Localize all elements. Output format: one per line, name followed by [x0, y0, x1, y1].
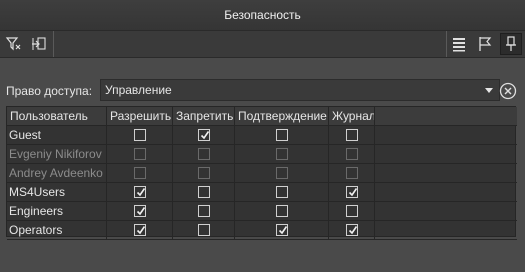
clear-icon[interactable] — [499, 82, 517, 100]
user-name-cell: MS4Users — [7, 183, 107, 202]
journal-checkbox — [345, 148, 358, 160]
confirm-cell — [235, 145, 329, 164]
access-right-row: Право доступа: Управление — [6, 79, 500, 102]
row-filler — [375, 145, 517, 164]
deny-cell — [173, 145, 235, 164]
row-filler — [375, 164, 517, 183]
toolbar — [0, 31, 525, 58]
journal-cell — [329, 183, 375, 202]
table-row: Guest — [7, 126, 517, 145]
table-row: MS4Users — [7, 183, 517, 202]
journal-checkbox — [345, 167, 358, 179]
deny-checkbox — [197, 148, 210, 160]
journal-cell — [329, 164, 375, 183]
column-header-confirm[interactable]: Подтверждение — [235, 107, 329, 126]
access-right-value: Управление — [105, 83, 172, 97]
deny-checkbox[interactable] — [197, 224, 210, 236]
user-name-cell: Guest — [7, 126, 107, 145]
confirm-cell — [235, 164, 329, 183]
filter-icon[interactable] — [3, 33, 25, 55]
journal-cell — [329, 145, 375, 164]
journal-cell — [329, 126, 375, 145]
permissions-table: Пользователь Разрешить Запретить Подтвер… — [6, 106, 517, 240]
confirm-cell — [235, 126, 329, 145]
deny-cell — [173, 164, 235, 183]
confirm-checkbox[interactable] — [275, 129, 288, 141]
chevron-down-icon[interactable] — [485, 88, 493, 93]
journal-checkbox[interactable] — [345, 129, 358, 141]
access-right-label: Право доступа: — [6, 84, 93, 98]
column-header-filler — [375, 107, 517, 126]
user-name-cell: Andrey Avdeenko — [7, 164, 107, 183]
journal-cell — [329, 202, 375, 221]
deny-cell — [173, 183, 235, 202]
confirm-checkbox — [275, 148, 288, 160]
allow-cell — [107, 221, 173, 240]
user-name-cell: Engineers — [7, 202, 107, 221]
allow-cell — [107, 164, 173, 183]
confirm-checkbox[interactable] — [275, 205, 288, 217]
allow-checkbox[interactable] — [133, 224, 146, 236]
column-header-allow[interactable]: Разрешить — [107, 107, 173, 126]
deny-cell — [173, 202, 235, 221]
table-row: Andrey Avdeenko — [7, 164, 517, 183]
flag-icon[interactable] — [474, 33, 496, 55]
deny-checkbox[interactable] — [197, 186, 210, 198]
deny-cell — [173, 221, 235, 240]
row-filler — [375, 221, 517, 240]
confirm-cell — [235, 202, 329, 221]
access-right-select[interactable]: Управление — [100, 79, 500, 101]
allow-cell — [107, 145, 173, 164]
table-row: Operators — [7, 221, 517, 240]
deny-cell — [173, 126, 235, 145]
allow-cell — [107, 126, 173, 145]
table-header: Пользователь Разрешить Запретить Подтвер… — [7, 107, 517, 126]
window-title: Безопасность — [224, 8, 301, 22]
deny-checkbox[interactable] — [197, 205, 210, 217]
toolbar-separator — [53, 31, 54, 57]
user-name-cell: Evgeniy Nikiforov — [7, 145, 107, 164]
confirm-checkbox[interactable] — [275, 186, 288, 198]
table-row: Engineers — [7, 202, 517, 221]
user-name-cell: Operators — [7, 221, 107, 240]
confirm-checkbox — [275, 167, 288, 179]
window-title-bar: Безопасность — [0, 0, 525, 31]
allow-cell — [107, 202, 173, 221]
toolbar-separator — [446, 31, 447, 57]
list-icon[interactable] — [448, 33, 470, 55]
import-icon[interactable] — [28, 33, 50, 55]
allow-checkbox — [133, 167, 146, 179]
table-row: Evgeniy Nikiforov — [7, 145, 517, 164]
confirm-checkbox[interactable] — [275, 224, 288, 236]
journal-checkbox[interactable] — [345, 224, 358, 236]
column-header-deny[interactable]: Запретить — [173, 107, 235, 126]
column-header-journal[interactable]: Журнал — [329, 107, 375, 126]
journal-checkbox[interactable] — [345, 205, 358, 217]
deny-checkbox — [197, 167, 210, 179]
allow-checkbox — [133, 148, 146, 160]
journal-cell — [329, 221, 375, 240]
allow-checkbox[interactable] — [133, 129, 146, 141]
deny-checkbox[interactable] — [197, 129, 210, 141]
row-filler — [375, 183, 517, 202]
confirm-cell — [235, 221, 329, 240]
allow-cell — [107, 183, 173, 202]
row-filler — [375, 202, 517, 221]
allow-checkbox[interactable] — [133, 205, 146, 217]
allow-checkbox[interactable] — [133, 186, 146, 198]
journal-checkbox[interactable] — [345, 186, 358, 198]
confirm-cell — [235, 183, 329, 202]
row-filler — [375, 126, 517, 145]
pin-icon[interactable] — [500, 33, 522, 55]
column-header-user[interactable]: Пользователь — [7, 107, 107, 126]
